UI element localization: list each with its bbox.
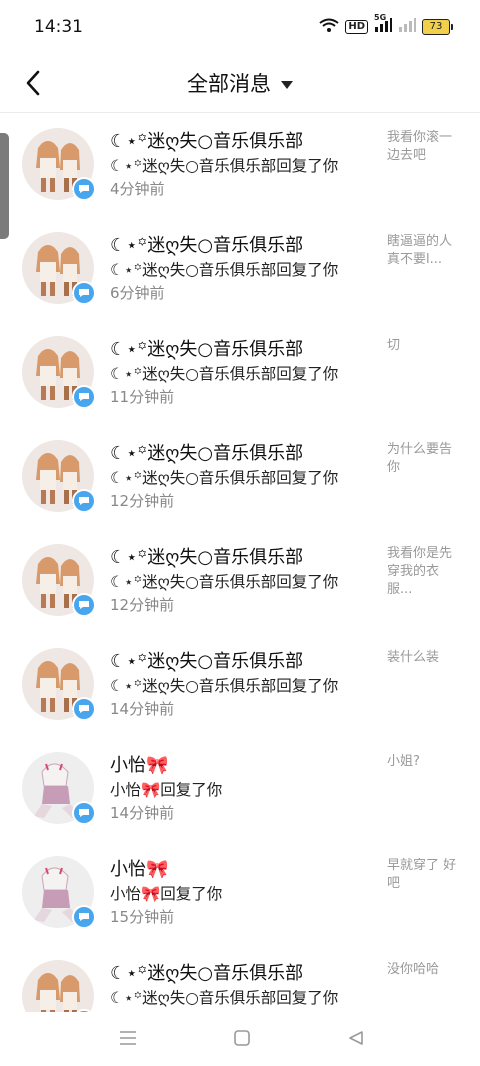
reply-badge <box>72 385 96 409</box>
message-row[interactable]: ☾⋆꙳迷ღ失○音乐俱乐部 ☾⋆꙳迷ღ失○音乐俱乐部回复了你 12分钟前 我看你是… <box>0 529 480 633</box>
comment-icon <box>79 497 89 505</box>
message-preview: 我看你滚一边去吧 <box>387 130 453 163</box>
message-preview: 我看你是先穿我的衣服... <box>387 546 453 597</box>
header: 全部消息 <box>0 56 480 113</box>
menu-icon <box>120 1031 136 1045</box>
message-preview: 瞎逼逼的人真不要l... <box>387 234 453 267</box>
reply-badge <box>72 177 96 201</box>
reply-badge <box>72 697 96 721</box>
reply-action-text: 小怡🎀回复了你 <box>110 781 223 799</box>
reply-badge <box>72 489 96 513</box>
message-time: 4分钟前 <box>110 180 165 198</box>
message-row[interactable]: ☾⋆꙳迷ღ失○音乐俱乐部 ☾⋆꙳迷ღ失○音乐俱乐部回复了你 6分钟前 瞎逼逼的人… <box>0 217 480 321</box>
message-list: ☾⋆꙳迷ღ失○音乐俱乐部 ☾⋆꙳迷ღ失○音乐俱乐部回复了你 4分钟前 我看你滚一… <box>0 113 480 1049</box>
comment-icon <box>79 289 89 297</box>
message-time: 11分钟前 <box>110 388 175 406</box>
sender-name[interactable]: ☾⋆꙳迷ღ失○音乐俱乐部 <box>110 959 303 985</box>
reply-action-text: ☾⋆꙳迷ღ失○音乐俱乐部回复了你 <box>110 989 339 1007</box>
message-preview: 早就穿了 好吧 <box>387 858 457 891</box>
sender-name[interactable]: ☾⋆꙳迷ღ失○音乐俱乐部 <box>110 647 303 673</box>
message-row[interactable]: 小怡🎀 小怡🎀回复了你 14分钟前 小姐? <box>0 737 480 841</box>
reply-action-text: 小怡🎀回复了你 <box>110 885 223 903</box>
message-time: 15分钟前 <box>110 908 175 926</box>
message-preview: 没你哈哈 <box>387 962 440 977</box>
message-preview: 装什么装 <box>387 650 440 665</box>
message-time: 14分钟前 <box>110 700 175 718</box>
reply-action-text: ☾⋆꙳迷ღ失○音乐俱乐部回复了你 <box>110 157 339 175</box>
signal-icon: 5G <box>374 13 392 36</box>
caret-down-icon <box>281 80 293 89</box>
comment-icon <box>79 809 89 817</box>
message-preview: 切 <box>387 338 401 353</box>
status-time: 14:31 <box>34 17 83 37</box>
message-time: 6分钟前 <box>110 284 165 302</box>
sender-name[interactable]: ☾⋆꙳迷ღ失○音乐俱乐部 <box>110 231 303 257</box>
home-square-icon <box>234 1030 250 1046</box>
comment-icon <box>79 705 89 713</box>
sender-name[interactable]: 小怡🎀 <box>110 855 168 881</box>
reply-action-text: ☾⋆꙳迷ღ失○音乐俱乐部回复了你 <box>110 573 339 591</box>
comment-icon <box>79 601 89 609</box>
signal-label: 5G <box>374 13 387 22</box>
reply-badge <box>72 905 96 929</box>
signal-2-icon <box>398 17 416 36</box>
reply-badge <box>72 281 96 305</box>
reply-badge <box>72 593 96 617</box>
comment-icon <box>79 913 89 921</box>
sender-name[interactable]: ☾⋆꙳迷ღ失○音乐俱乐部 <box>110 543 303 569</box>
message-row[interactable]: 小怡🎀 小怡🎀回复了你 15分钟前 早就穿了 好吧 <box>0 841 480 945</box>
sender-name[interactable]: 小怡🎀 <box>110 751 168 777</box>
back-triangle-icon <box>349 1031 363 1045</box>
system-nav-bar <box>0 1012 480 1066</box>
wifi-icon <box>319 17 339 36</box>
page-title: 全部消息 <box>187 72 271 96</box>
message-time: 12分钟前 <box>110 492 175 510</box>
message-row[interactable]: ☾⋆꙳迷ღ失○音乐俱乐部 ☾⋆꙳迷ღ失○音乐俱乐部回复了你 12分钟前 为什么要… <box>0 425 480 529</box>
sender-name[interactable]: ☾⋆꙳迷ღ失○音乐俱乐部 <box>110 439 303 465</box>
reply-badge <box>72 801 96 825</box>
message-row[interactable]: ☾⋆꙳迷ღ失○音乐俱乐部 ☾⋆꙳迷ღ失○音乐俱乐部回复了你 11分钟前 切 <box>0 321 480 425</box>
message-time: 12分钟前 <box>110 596 175 614</box>
comment-icon <box>79 393 89 401</box>
nav-back-button[interactable] <box>344 1026 368 1050</box>
message-preview: 为什么要告你 <box>387 442 453 475</box>
hd-icon: HD <box>345 19 368 34</box>
message-row[interactable]: ☾⋆꙳迷ღ失○音乐俱乐部 ☾⋆꙳迷ღ失○音乐俱乐部回复了你 14分钟前 装什么装 <box>0 633 480 737</box>
status-bar: 14:31 HD 5G 73 <box>0 0 480 56</box>
title-dropdown[interactable]: 全部消息 <box>0 68 480 98</box>
message-preview: 小姐? <box>387 754 420 769</box>
battery-icon: 73 <box>422 18 453 35</box>
message-time: 14分钟前 <box>110 804 175 822</box>
message-row[interactable]: ☾⋆꙳迷ღ失○音乐俱乐部 ☾⋆꙳迷ღ失○音乐俱乐部回复了你 4分钟前 我看你滚一… <box>0 113 480 217</box>
nav-home-button[interactable] <box>230 1026 254 1050</box>
reply-action-text: ☾⋆꙳迷ღ失○音乐俱乐部回复了你 <box>110 469 339 487</box>
nav-menu-button[interactable] <box>116 1026 140 1050</box>
status-icons: HD 5G 73 <box>319 13 453 36</box>
sender-name[interactable]: ☾⋆꙳迷ღ失○音乐俱乐部 <box>110 127 303 153</box>
reply-action-text: ☾⋆꙳迷ღ失○音乐俱乐部回复了你 <box>110 365 339 383</box>
comment-icon <box>79 185 89 193</box>
reply-action-text: ☾⋆꙳迷ღ失○音乐俱乐部回复了你 <box>110 677 339 695</box>
sender-name[interactable]: ☾⋆꙳迷ღ失○音乐俱乐部 <box>110 335 303 361</box>
reply-action-text: ☾⋆꙳迷ღ失○音乐俱乐部回复了你 <box>110 261 339 279</box>
